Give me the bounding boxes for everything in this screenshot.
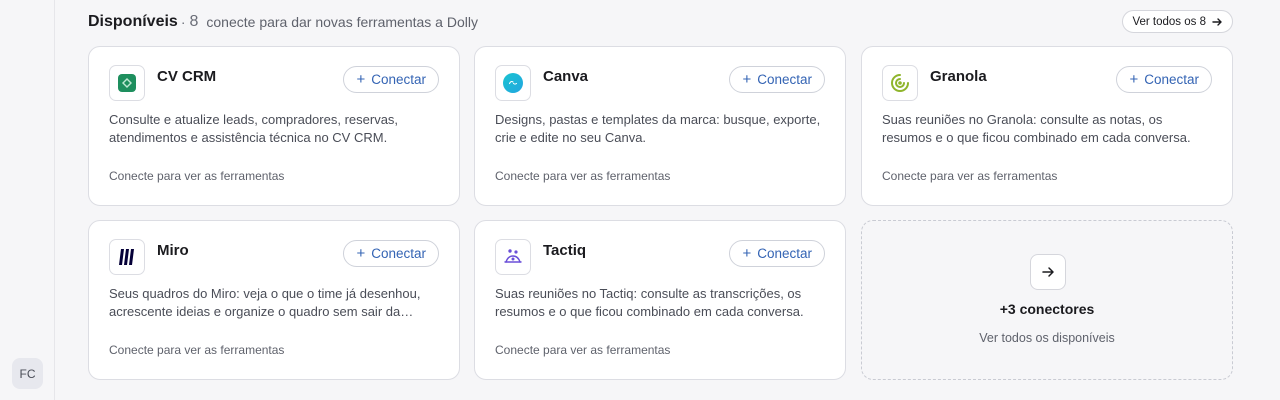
connector-card-tactiq: Tactiq + Conectar Suas reuniões no Tacti…: [474, 220, 846, 380]
more-connectors-title: +3 conectores: [999, 301, 1095, 317]
section-count: 8: [189, 13, 199, 30]
section-header: Disponíveis · 8 conecte para dar novas f…: [88, 10, 1233, 34]
connect-button[interactable]: + Conectar: [1116, 66, 1212, 93]
arrow-right-icon: [1212, 17, 1222, 26]
view-all-label: Ver todos os 8: [1132, 15, 1206, 28]
cvcrm-logo-icon: [109, 65, 145, 101]
connector-hint: Conecte para ver as ferramentas: [109, 169, 285, 183]
connector-card-cvcrm: CV CRM + Conectar Consulte e atualize le…: [88, 46, 460, 206]
connector-description: Designs, pastas e templates da marca: bu…: [495, 112, 821, 145]
view-all-button[interactable]: Ver todos os 8: [1122, 10, 1233, 33]
connect-label: Conectar: [757, 72, 812, 87]
connect-button[interactable]: + Conectar: [729, 240, 825, 267]
connector-hint: Conecte para ver as ferramentas: [109, 343, 285, 357]
connector-description: Seus quadros do Miro: veja o que o time …: [109, 286, 421, 319]
connect-label: Conectar: [757, 246, 812, 261]
section-subtitle: conecte para dar novas ferramentas a Dol…: [206, 14, 478, 30]
canva-logo-icon: [495, 65, 531, 101]
plus-icon: +: [1129, 71, 1139, 88]
connector-description: Suas reuniões no Granola: consulte as no…: [882, 112, 1191, 145]
more-connectors-card[interactable]: +3 conectores Ver todos os disponíveis: [861, 220, 1233, 380]
main-content: Disponíveis · 8 conecte para dar novas f…: [56, 0, 1280, 400]
miro-logo-icon: [109, 239, 145, 275]
connector-card-miro: Miro + Conectar Seus quadros do Miro: ve…: [88, 220, 460, 380]
plus-icon: +: [742, 71, 752, 88]
plus-icon: +: [742, 245, 752, 262]
connector-description: Consulte e atualize leads, compradores, …: [109, 112, 399, 145]
connector-name: Tactiq: [543, 242, 587, 259]
plus-icon: +: [356, 71, 366, 88]
connector-hint: Conecte para ver as ferramentas: [495, 169, 671, 183]
connector-hint: Conecte para ver as ferramentas: [882, 169, 1058, 183]
connector-name: Miro: [157, 242, 189, 259]
sidebar: FC: [0, 0, 55, 400]
granola-logo-icon: [882, 65, 918, 101]
connector-description: Suas reuniões no Tactiq: consulte as tra…: [495, 286, 804, 319]
more-connectors-subtitle: Ver todos os disponíveis: [979, 331, 1115, 345]
connector-card-canva: Canva + Conectar Designs, pastas e templ…: [474, 46, 846, 206]
section-separator: ·: [180, 14, 186, 30]
connect-button[interactable]: + Conectar: [343, 240, 439, 267]
tactiq-logo-icon: [495, 239, 531, 275]
connect-label: Conectar: [371, 72, 426, 87]
connector-name: Canva: [543, 68, 589, 85]
section-title: Disponíveis: [88, 13, 178, 30]
connector-card-granola: Granola + Conectar Suas reuniões no Gran…: [861, 46, 1233, 206]
connect-label: Conectar: [371, 246, 426, 261]
connector-hint: Conecte para ver as ferramentas: [495, 343, 671, 357]
connect-button[interactable]: + Conectar: [343, 66, 439, 93]
plus-icon: +: [356, 245, 366, 262]
connector-name: Granola: [930, 68, 987, 85]
avatar[interactable]: FC: [12, 358, 43, 389]
connect-label: Conectar: [1144, 72, 1199, 87]
connect-button[interactable]: + Conectar: [729, 66, 825, 93]
arrow-right-icon: [1030, 254, 1066, 290]
connector-name: CV CRM: [157, 68, 217, 85]
